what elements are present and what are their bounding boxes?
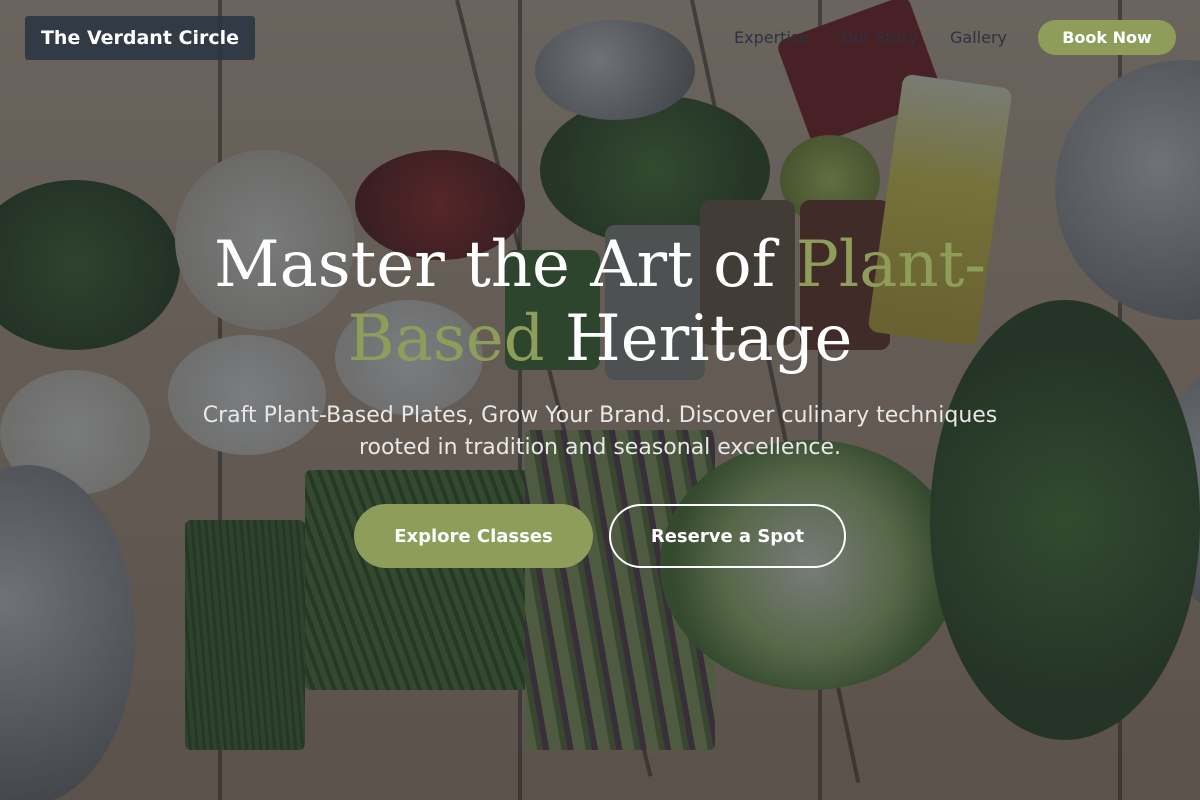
hero-title-part1: Master the Art of: [214, 228, 796, 302]
nav-link-our-story[interactable]: Our Story: [841, 28, 918, 47]
nav-link-expertise[interactable]: Expertise: [734, 28, 809, 47]
book-now-button[interactable]: Book Now: [1038, 20, 1176, 55]
explore-classes-button[interactable]: Explore Classes: [354, 504, 593, 568]
brand-logo[interactable]: The Verdant Circle: [25, 16, 255, 60]
reserve-spot-button[interactable]: Reserve a Spot: [609, 504, 846, 568]
hero-title: Master the Art of Plant-Based Heritage: [150, 228, 1050, 376]
hero-subtitle: Craft Plant-Based Plates, Grow Your Bran…: [202, 403, 998, 460]
hero-title-part2: Heritage: [544, 302, 853, 376]
nav-link-gallery[interactable]: Gallery: [950, 28, 1007, 47]
